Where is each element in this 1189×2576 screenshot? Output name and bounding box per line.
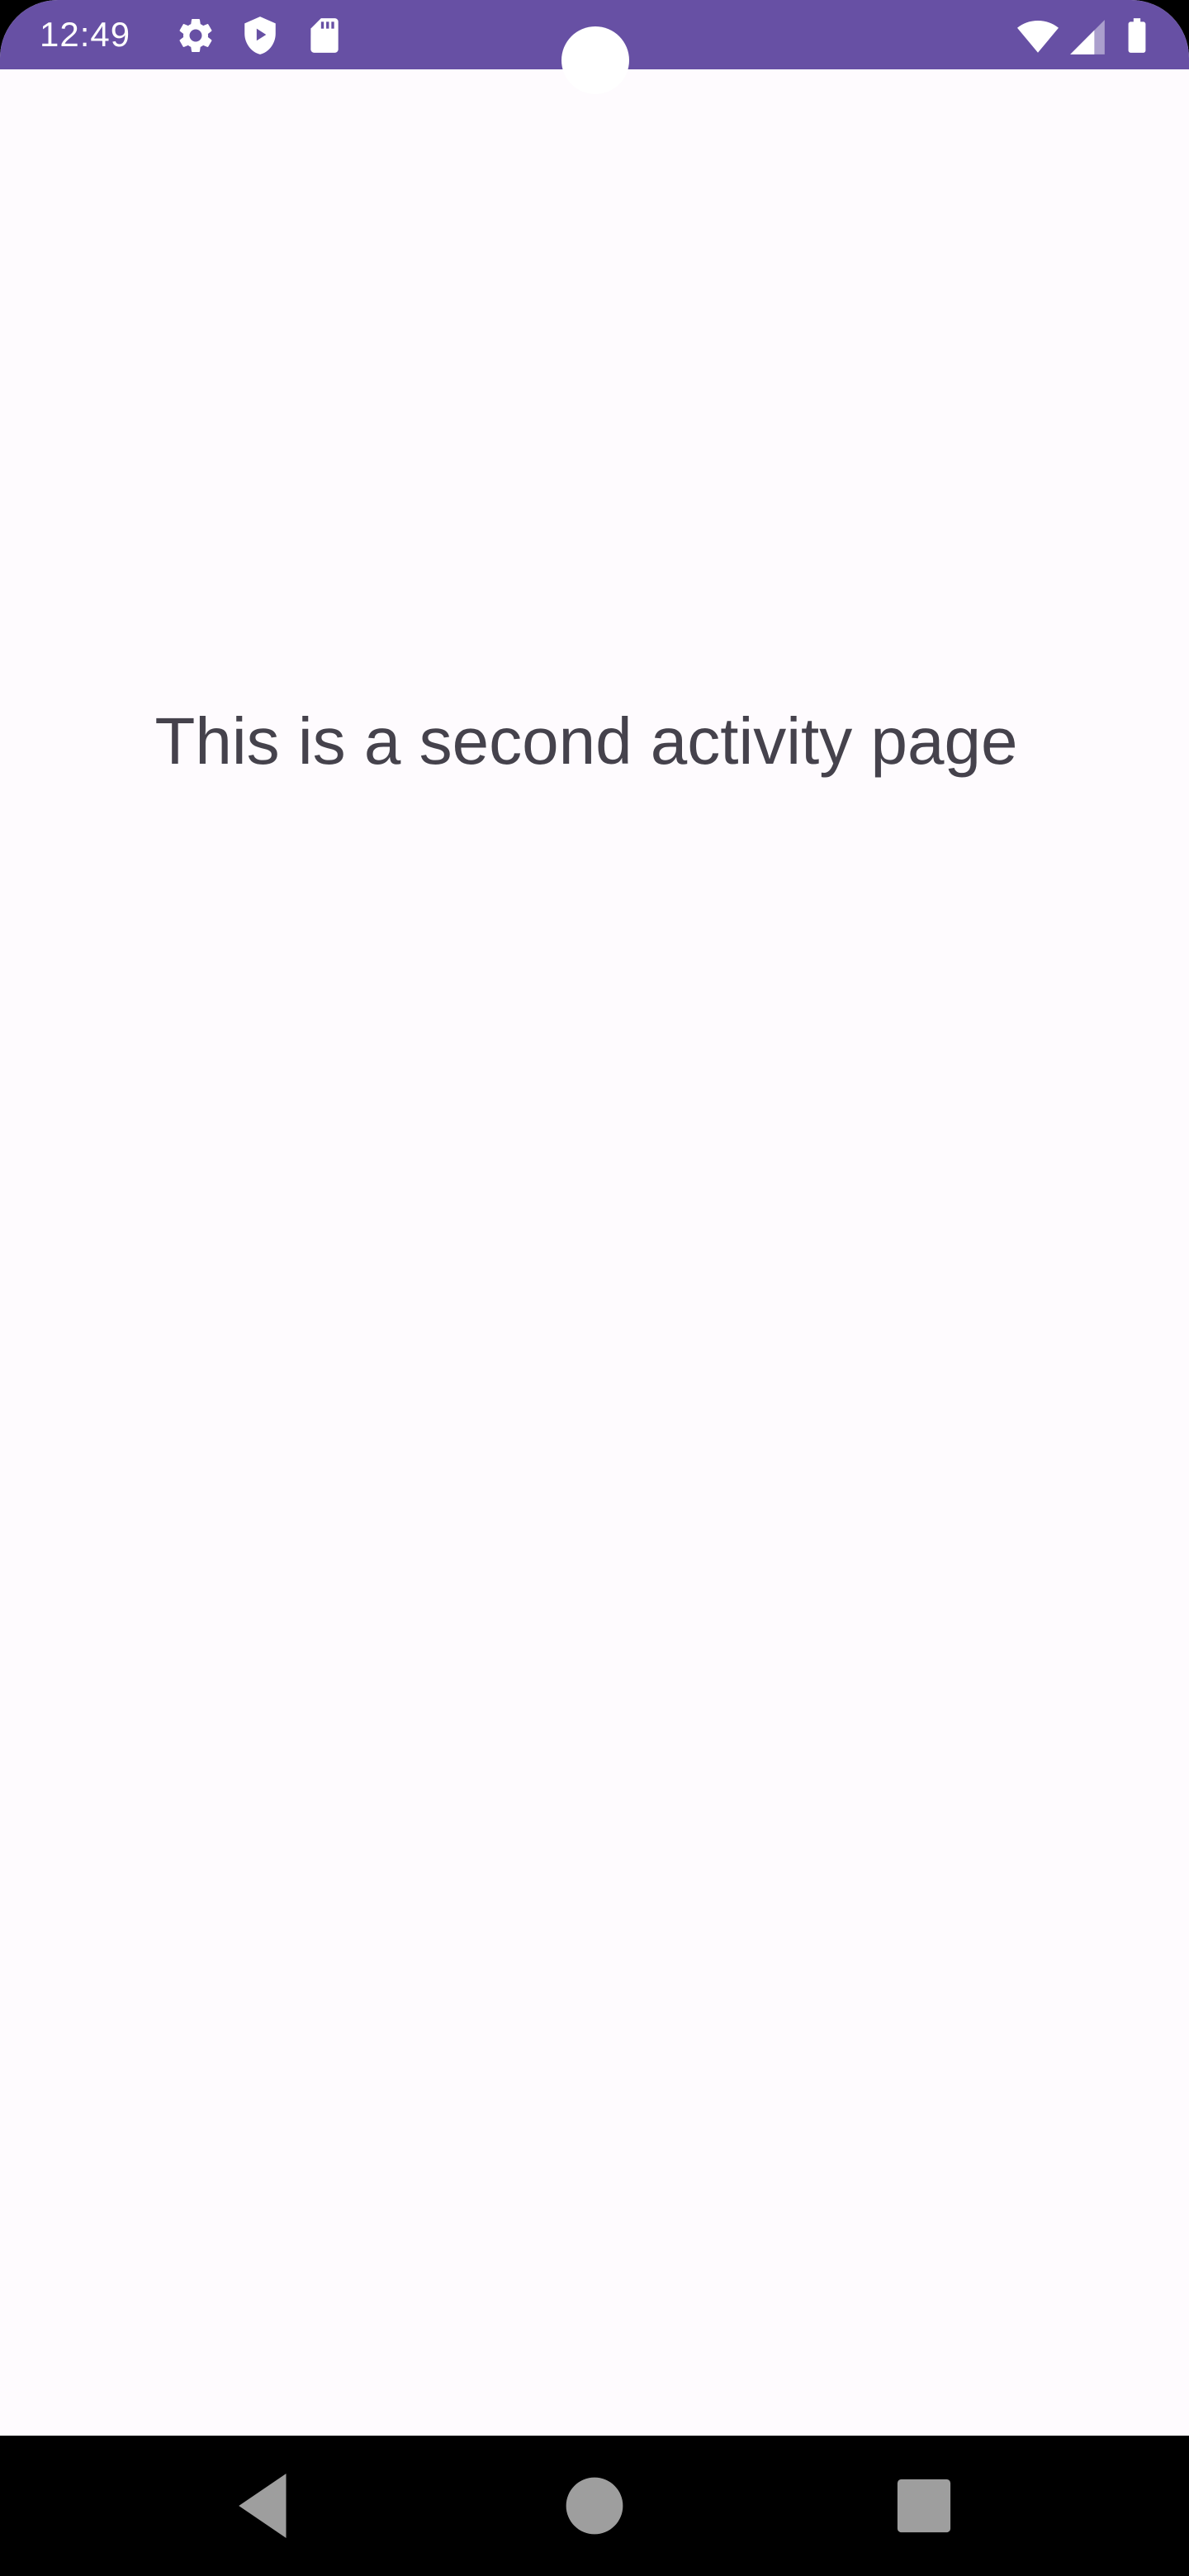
play-protect-icon	[244, 17, 276, 54]
navigation-bar	[0, 2436, 1189, 2576]
page-message: This is a second activity page	[154, 704, 1018, 778]
home-icon[interactable]	[549, 2460, 640, 2551]
wifi-icon	[1017, 21, 1059, 53]
camera-cutout	[561, 26, 629, 94]
battery-icon	[1128, 18, 1146, 53]
cellular-signal-icon	[1070, 20, 1105, 54]
settings-icon	[179, 18, 212, 52]
recents-icon[interactable]	[879, 2460, 969, 2551]
sd-card-icon	[310, 18, 339, 53]
back-icon[interactable]	[218, 2460, 309, 2551]
status-time: 12:49	[40, 15, 131, 54]
app-screen: 12:49 This is a second activity page	[0, 0, 1189, 2436]
